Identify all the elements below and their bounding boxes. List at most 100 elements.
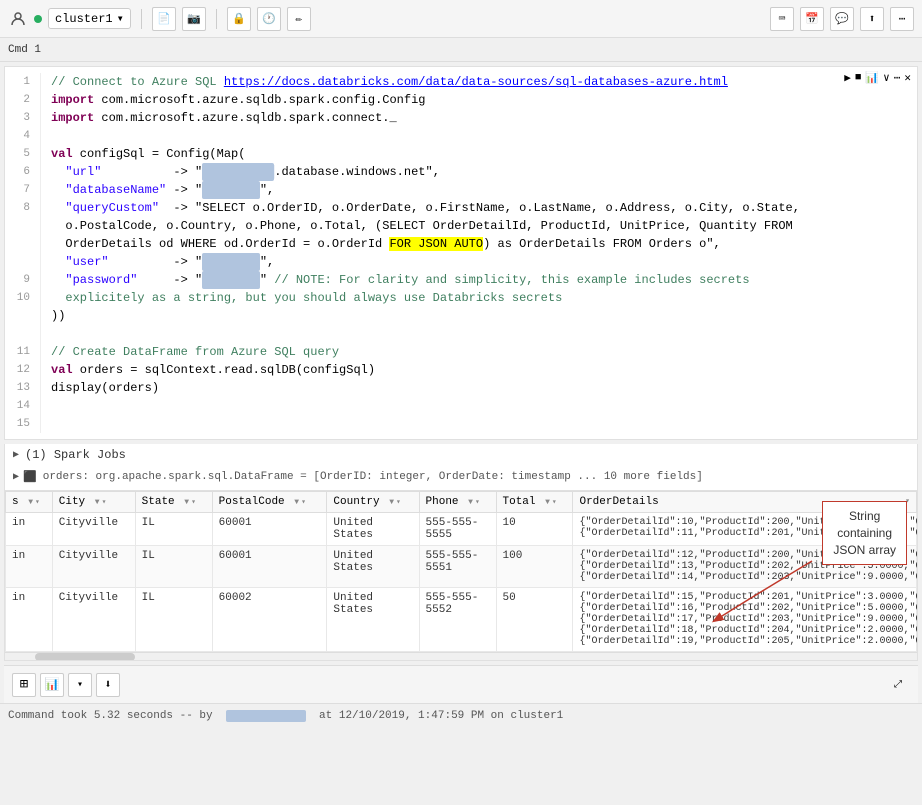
table-header-row: s ▼▾ City ▼▾ State ▼▾ PostalCode ▼▾ Coun… bbox=[6, 492, 917, 513]
separator bbox=[141, 9, 142, 29]
schema-expand[interactable]: ▶ bbox=[13, 471, 19, 483]
cluster-select[interactable]: cluster1 ▾ bbox=[48, 8, 131, 29]
cell-phone: 555-555-5555 bbox=[419, 513, 496, 546]
spark-jobs-label: (1) Spark Jobs bbox=[25, 448, 126, 462]
code-line-7: "databaseName" -> "████████", bbox=[51, 181, 917, 199]
col-header-s[interactable]: s ▼▾ bbox=[6, 492, 53, 513]
cell-postal: 60001 bbox=[212, 546, 327, 588]
cell-phone: 555-555-5551 bbox=[419, 546, 496, 588]
cmd-bar: Cmd 1 bbox=[0, 38, 922, 62]
chevron-down-icon: ▾ bbox=[117, 11, 124, 26]
download-btn[interactable]: ⬇ bbox=[96, 673, 120, 697]
separator2 bbox=[216, 9, 217, 29]
cell-toolbar: ▶ ■ 📊 ∨ ⋯ ✕ bbox=[844, 71, 911, 85]
keyboard-icon[interactable]: ⌨ bbox=[770, 7, 794, 31]
code-line-10b: explicitely as a string, but you should … bbox=[51, 289, 917, 307]
expand-btn[interactable]: ∨ bbox=[883, 71, 890, 85]
more-btn[interactable]: ⋯ bbox=[894, 71, 901, 85]
edit-icon[interactable]: ✏ bbox=[287, 7, 311, 31]
code-line-11: )) bbox=[51, 307, 917, 325]
col-header-city[interactable]: City ▼▾ bbox=[52, 492, 135, 513]
cell-city: Cityville bbox=[52, 546, 135, 588]
callout-arrow bbox=[702, 551, 822, 631]
cell-country: UnitedStates bbox=[327, 588, 419, 652]
status-bar: Command took 5.32 seconds -- by at 12/10… bbox=[0, 703, 922, 727]
cell-country: UnitedStates bbox=[327, 513, 419, 546]
table-scrollbar[interactable] bbox=[5, 652, 917, 660]
data-table-container: StringcontainingJSON array s ▼▾ City ▼▾ … bbox=[4, 490, 918, 661]
table-row: in Cityville IL 60001 UnitedStates 555-5… bbox=[6, 513, 917, 546]
cmd-label: Cmd 1 bbox=[8, 44, 41, 56]
status-text: Command took 5.32 seconds -- by at 12/10… bbox=[8, 710, 563, 722]
code-line-6: "url" -> "██████████.database.windows.ne… bbox=[51, 163, 917, 181]
close-btn[interactable]: ✕ bbox=[904, 71, 911, 85]
scroll-thumb[interactable] bbox=[35, 653, 135, 661]
calendar-icon[interactable]: 📅 bbox=[800, 7, 824, 31]
col-header-total[interactable]: Total ▼▾ bbox=[496, 492, 573, 513]
cell-s: in bbox=[6, 546, 53, 588]
code-area: 1 2 3 4 5 6 7 8 9 10 11 12 13 14 15 // C… bbox=[5, 67, 917, 439]
comment-icon[interactable]: 💬 bbox=[830, 7, 854, 31]
share-icon[interactable]: ⬆ bbox=[860, 7, 884, 31]
cell-country: UnitedStates bbox=[327, 546, 419, 588]
spark-jobs-expand[interactable]: ▶ bbox=[13, 449, 19, 461]
top-toolbar: cluster1 ▾ 📄 📷 🔒 🕐 ✏ ⌨ 📅 💬 ⬆ ⋯ bbox=[0, 0, 922, 38]
col-header-postalcode[interactable]: PostalCode ▼▾ bbox=[212, 492, 327, 513]
cell-state: IL bbox=[135, 588, 212, 652]
code-line-10a: "password" -> "████████" // NOTE: For cl… bbox=[51, 271, 917, 289]
resize-btn[interactable]: ⤢ bbox=[886, 673, 910, 697]
schema-row: ▶ ⬛ orders: org.apache.spark.sql.DataFra… bbox=[4, 466, 918, 490]
cell-total: 10 bbox=[496, 513, 573, 546]
spark-jobs-row: ▶ (1) Spark Jobs bbox=[4, 444, 918, 466]
cell-city: Cityville bbox=[52, 513, 135, 546]
col-header-phone[interactable]: Phone ▼▾ bbox=[419, 492, 496, 513]
code-line-8c: OrderDetails od WHERE od.OrderId = o.Ord… bbox=[51, 235, 917, 253]
cluster-name: cluster1 bbox=[55, 12, 113, 26]
cell-total: 50 bbox=[496, 588, 573, 652]
cell-city: Cityville bbox=[52, 588, 135, 652]
code-line-12 bbox=[51, 325, 917, 343]
cell-postal: 60001 bbox=[212, 513, 327, 546]
chart-view-btn[interactable]: 📊 bbox=[40, 673, 64, 697]
lock-icon[interactable]: 🔒 bbox=[227, 7, 251, 31]
code-line-2: import com.microsoft.azure.sqldb.spark.c… bbox=[51, 91, 917, 109]
cell-state: IL bbox=[135, 546, 212, 588]
callout-box: StringcontainingJSON array bbox=[822, 501, 907, 565]
schema-label: orders: org.apache.spark.sql.DataFrame =… bbox=[43, 471, 703, 483]
code-line-8a: "queryCustom" -> "SELECT o.OrderID, o.Or… bbox=[51, 199, 917, 217]
camera-icon[interactable]: 📷 bbox=[182, 7, 206, 31]
table-view-btn[interactable]: ⊞ bbox=[12, 673, 36, 697]
chart-type-btn[interactable]: ▾ bbox=[68, 673, 92, 697]
cell-postal: 60002 bbox=[212, 588, 327, 652]
code-line-13: // Create DataFrame from Azure SQL query bbox=[51, 343, 917, 361]
code-line-3: import com.microsoft.azure.sqldb.spark.c… bbox=[51, 109, 917, 127]
col-header-state[interactable]: State ▼▾ bbox=[135, 492, 212, 513]
line-numbers: 1 2 3 4 5 6 7 8 9 10 11 12 13 14 15 bbox=[5, 73, 41, 433]
code-line-14: val orders = sqlContext.read.sqlDB(confi… bbox=[51, 361, 917, 379]
table-icon: ⬛ bbox=[23, 470, 37, 484]
code-line-15: display(orders) bbox=[51, 379, 917, 397]
cell-total: 100 bbox=[496, 546, 573, 588]
chart-mini-icon: 📊 bbox=[865, 71, 879, 85]
code-line-9: "user" -> "████████", bbox=[51, 253, 917, 271]
history-icon[interactable]: 🕐 bbox=[257, 7, 281, 31]
cell-phone: 555-555-5552 bbox=[419, 588, 496, 652]
code-lines: // Connect to Azure SQL https://docs.dat… bbox=[41, 73, 917, 433]
notebook-icon[interactable]: 📄 bbox=[152, 7, 176, 31]
user-icon[interactable] bbox=[8, 9, 28, 29]
stop-btn[interactable]: ■ bbox=[855, 72, 862, 84]
code-line-5: val configSql = Config(Map( bbox=[51, 145, 917, 163]
cell-s: in bbox=[6, 588, 53, 652]
col-header-country[interactable]: Country ▼▾ bbox=[327, 492, 419, 513]
status-indicator bbox=[34, 15, 42, 23]
code-cell: ▶ ■ 📊 ∨ ⋯ ✕ 1 2 3 4 5 6 7 8 9 10 11 12 1… bbox=[4, 66, 918, 440]
cell-state: IL bbox=[135, 513, 212, 546]
run-btn[interactable]: ▶ bbox=[844, 71, 851, 85]
more-icon[interactable]: ⋯ bbox=[890, 7, 914, 31]
code-line-8b: o.PostalCode, o.Country, o.Phone, o.Tota… bbox=[51, 217, 917, 235]
cell-s: in bbox=[6, 513, 53, 546]
bottom-toolbar: ⊞ 📊 ▾ ⬇ ⤢ bbox=[4, 665, 918, 703]
code-line-4 bbox=[51, 127, 917, 145]
callout-text: StringcontainingJSON array bbox=[833, 509, 896, 557]
code-line-1: // Connect to Azure SQL https://docs.dat… bbox=[51, 73, 917, 91]
